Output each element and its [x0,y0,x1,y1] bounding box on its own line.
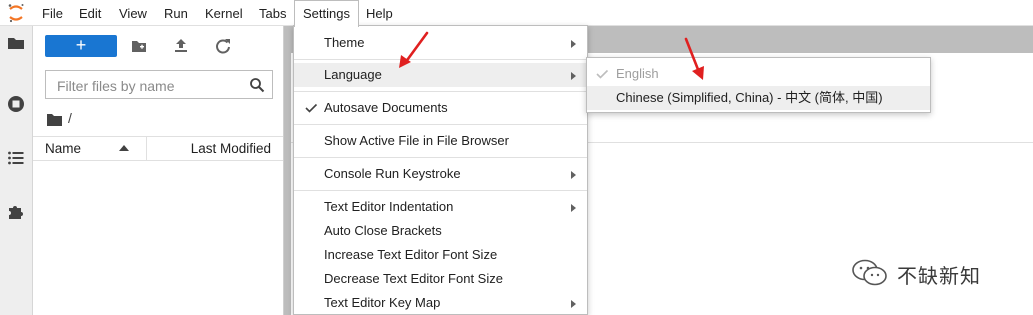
wechat-logo-icon [852,259,887,286]
menu-item-label: Show Active File in File Browser [324,133,509,148]
toc-icon[interactable] [6,148,26,168]
column-name-header[interactable]: Name [45,141,81,156]
menu-edit[interactable]: Edit [79,0,101,26]
file-list-header: Name Last Modified [33,136,283,161]
menu-separator [294,59,587,60]
menu-separator [294,124,587,125]
menu-item-label: Auto Close Brackets [324,223,442,238]
upload-icon[interactable] [171,36,191,56]
watermark-text: 不缺新知 [897,264,981,288]
language-item-label: Chinese (Simplified, China) - 中文 (简体, 中国… [616,90,883,105]
new-launcher-button[interactable]: + [45,35,117,57]
menu-item-increase-font-size[interactable]: Increase Text Editor Font Size [294,243,587,267]
sort-ascending-icon [119,145,129,151]
checkmark-icon [305,103,318,113]
folder-icon[interactable] [6,33,26,53]
file-browser-panel: + / Name Last Modified [33,26,284,315]
extension-icon[interactable] [6,201,26,221]
submenu-arrow-icon [571,40,576,48]
filter-files-input[interactable] [55,76,249,96]
menu-help[interactable]: Help [366,0,393,26]
panel-splitter[interactable] [284,26,291,315]
menu-item-show-active-file[interactable]: Show Active File in File Browser [294,129,587,153]
menu-item-theme[interactable]: Theme [294,31,587,55]
submenu-arrow-icon [571,171,576,179]
menu-item-label: Theme [324,35,365,50]
menu-item-label: Autosave Documents [324,100,448,115]
submenu-arrow-icon [571,300,576,308]
submenu-arrow-icon [571,204,576,212]
column-last-modified-header[interactable]: Last Modified [191,141,271,156]
menu-kernel[interactable]: Kernel [205,0,243,26]
menu-separator [294,157,587,158]
menu-item-auto-close-brackets[interactable]: Auto Close Brackets [294,219,587,243]
language-item-english[interactable]: English [587,62,930,86]
menu-item-console-run-keystroke[interactable]: Console Run Keystroke [294,162,587,186]
annotation-arrow-icon [399,31,429,68]
menu-separator [294,190,587,191]
language-submenu: English Chinese (Simplified, China) - 中文… [586,57,931,113]
menu-item-text-editor-key-map[interactable]: Text Editor Key Map [294,291,587,315]
jupyter-logo-icon [8,4,24,23]
menu-item-label: Decrease Text Editor Font Size [324,271,503,286]
submenu-arrow-icon [571,72,576,80]
running-icon[interactable] [6,94,26,114]
menu-item-language[interactable]: Language [294,63,587,87]
menu-run[interactable]: Run [164,0,188,26]
annotation-arrow-icon [684,37,704,80]
settings-menu: Theme Language Autosave Documents Show A… [293,25,588,315]
checkmark-icon [596,69,609,79]
menu-item-label: Text Editor Indentation [324,199,454,214]
menu-item-label: Language [324,67,382,82]
menu-bar: File Edit View Run Kernel Tabs Settings … [0,0,1033,27]
menu-view[interactable]: View [119,0,147,26]
menu-item-text-editor-indentation[interactable]: Text Editor Indentation [294,195,587,219]
home-folder-icon[interactable] [47,113,62,126]
menu-item-decrease-font-size[interactable]: Decrease Text Editor Font Size [294,267,587,291]
column-divider[interactable] [146,137,147,160]
breadcrumb: / [47,110,72,128]
language-item-label: English [616,66,659,81]
refresh-icon[interactable] [213,36,233,56]
menu-tabs[interactable]: Tabs [259,0,286,26]
menu-item-label: Console Run Keystroke [324,166,461,181]
new-folder-icon[interactable] [129,36,149,56]
breadcrumb-root[interactable]: / [68,110,72,126]
menu-file[interactable]: File [42,0,63,26]
menu-separator [294,91,587,92]
menu-item-label: Text Editor Key Map [324,295,441,310]
language-item-chinese[interactable]: Chinese (Simplified, China) - 中文 (简体, 中国… [587,86,930,110]
menu-settings[interactable]: Settings [294,0,359,27]
menu-item-autosave[interactable]: Autosave Documents [294,96,587,120]
search-icon [250,78,265,93]
filter-files-field[interactable] [45,70,273,99]
menu-item-label: Increase Text Editor Font Size [324,247,498,262]
left-sidebar [0,26,33,315]
